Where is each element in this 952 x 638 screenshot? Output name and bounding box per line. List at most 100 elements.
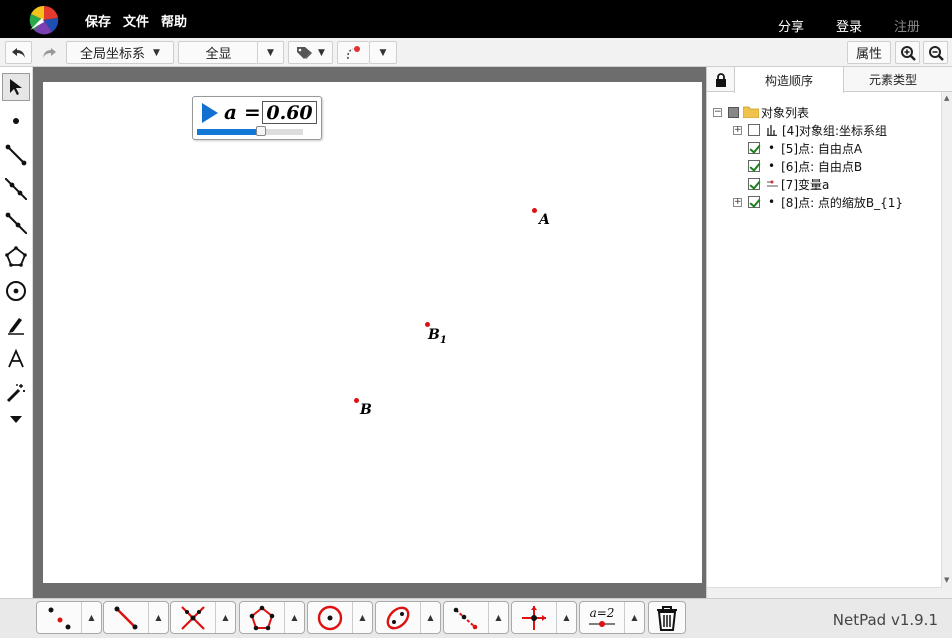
zoom-in-button[interactable] [895, 41, 920, 64]
zoom-out-button[interactable] [923, 41, 948, 64]
expand-up-icon[interactable]: ▲ [556, 602, 576, 633]
text-tool[interactable] [2, 345, 30, 373]
magic-wand-tool[interactable] [2, 379, 30, 407]
path-points-tool-group[interactable]: ▲ [443, 601, 509, 634]
path-points-tool-button[interactable] [444, 602, 488, 633]
object-panel: 构造顺序 元素类型 − 对象列表 + [4]对象组:坐标系组 • [5]点: 自… [706, 67, 952, 598]
expand-up-icon[interactable]: ▲ [420, 602, 440, 633]
menu-help[interactable]: 帮助 [161, 11, 187, 30]
trace-button[interactable] [337, 41, 369, 64]
view-label: 全显 [205, 47, 232, 62]
slider-knob[interactable] [255, 126, 266, 136]
netpad-logo[interactable] [28, 4, 60, 36]
visibility-checkbox[interactable] [748, 142, 760, 154]
tree-item-8[interactable]: + • [8]点: 点的缩放B_{1} [733, 193, 903, 211]
collapse-icon[interactable]: − [713, 107, 722, 117]
visibility-checkbox[interactable] [748, 178, 760, 190]
root-checkbox[interactable] [728, 106, 739, 118]
delete-tool-group[interactable] [648, 601, 686, 634]
tree-item-4[interactable]: + [4]对象组:坐标系组 [733, 121, 887, 139]
menu-file[interactable]: 文件 [123, 11, 149, 30]
visibility-checkbox[interactable] [748, 124, 760, 136]
menu-save[interactable]: 保存 [85, 11, 111, 30]
axes-tool-button[interactable] [512, 602, 556, 633]
tree-item-7[interactable]: [7]变量a [748, 175, 829, 193]
variable-tool-button[interactable]: a=2 [580, 602, 624, 633]
expand-up-icon[interactable]: ▲ [352, 602, 372, 633]
variable-slider[interactable]: a = 0.60 [192, 96, 322, 140]
line-tool[interactable] [2, 175, 30, 203]
point-a[interactable] [532, 208, 537, 213]
tag-button[interactable]: ▼ [288, 41, 333, 64]
circle-tool-button[interactable] [308, 602, 352, 633]
select-arrow-icon [10, 79, 22, 95]
login-link[interactable]: 登录 [836, 16, 862, 35]
panel-horizontal-scrollbar[interactable] [707, 587, 942, 598]
coord-system-select[interactable]: 全局坐标系 ▼ [66, 41, 174, 64]
select-tool[interactable] [2, 73, 30, 101]
tree-root[interactable]: − 对象列表 [713, 103, 809, 121]
panel-vertical-scrollbar[interactable]: ▲ ▼ [941, 92, 952, 598]
circle-tool-group[interactable]: ▲ [307, 601, 373, 634]
expand-up-icon[interactable]: ▲ [488, 602, 508, 633]
slider-variable-name: a = [224, 100, 261, 124]
axes-tool-group[interactable]: ▲ [511, 601, 577, 634]
slider-track[interactable] [197, 129, 303, 135]
polygon-tool-group[interactable]: ▲ [239, 601, 305, 634]
intersect-tool-group[interactable]: ▲ [170, 601, 236, 634]
ellipse-tool-button[interactable] [376, 602, 420, 633]
tree-item-label: [5]点: 自由点A [781, 141, 863, 156]
variable-tool-group[interactable]: a=2 ▲ [579, 601, 645, 634]
scroll-down-icon[interactable]: ▼ [944, 576, 949, 584]
redo-button[interactable] [35, 41, 62, 64]
view-dropdown[interactable]: ▼ [257, 41, 284, 64]
tree-item-6[interactable]: • [6]点: 自由点B [748, 157, 862, 175]
more-tools-button[interactable] [2, 409, 30, 429]
delete-button[interactable] [649, 602, 685, 633]
expand-icon[interactable]: + [733, 125, 742, 135]
expand-up-icon[interactable]: ▲ [624, 602, 644, 633]
trash-icon [657, 605, 677, 631]
visibility-checkbox[interactable] [748, 196, 760, 208]
slider-value-field[interactable]: 0.60 [262, 101, 317, 124]
trace-dropdown[interactable]: ▼ [369, 41, 397, 64]
expand-up-icon[interactable]: ▲ [284, 602, 304, 633]
register-link[interactable]: 注册 [894, 16, 920, 35]
ellipse-tool-group[interactable]: ▲ [375, 601, 441, 634]
segment-tool-group[interactable]: ▲ [103, 601, 169, 634]
lock-button[interactable] [707, 67, 734, 92]
polygon-tool-button[interactable] [240, 602, 284, 633]
points-tool-group[interactable]: ▲ [36, 601, 102, 634]
tab-construction-order[interactable]: 构造顺序 [734, 67, 844, 93]
pen-tool[interactable] [2, 311, 30, 339]
segment-tool-button[interactable] [104, 602, 148, 633]
expand-up-icon[interactable]: ▲ [215, 602, 235, 633]
point-b-label[interactable]: B [360, 402, 372, 418]
point-a-label[interactable]: A [539, 212, 550, 228]
point-b[interactable] [354, 398, 359, 403]
visibility-checkbox[interactable] [748, 160, 760, 172]
intersect-tool-button[interactable] [171, 602, 215, 633]
circle-tool[interactable] [2, 277, 30, 305]
ray-tool[interactable] [2, 209, 30, 237]
view-button[interactable]: 全显 [178, 41, 258, 64]
play-icon[interactable] [201, 102, 219, 124]
segment-tool[interactable] [2, 141, 30, 169]
geometry-canvas[interactable] [43, 82, 702, 583]
share-link[interactable]: 分享 [778, 16, 804, 35]
segment-tool-icon [114, 606, 138, 629]
point-tool[interactable] [2, 107, 30, 135]
expand-up-icon[interactable]: ▲ [81, 602, 101, 633]
chart-icon [767, 125, 777, 136]
points-tool-button[interactable] [37, 602, 81, 633]
bullet-icon: • [768, 141, 776, 155]
scroll-up-icon[interactable]: ▲ [944, 94, 949, 102]
properties-button[interactable]: 属性 [847, 41, 891, 64]
point-b1-label[interactable]: B1 [428, 327, 447, 346]
tree-item-5[interactable]: • [5]点: 自由点A [748, 139, 862, 157]
expand-up-icon[interactable]: ▲ [148, 602, 168, 633]
expand-icon[interactable]: + [733, 197, 742, 207]
tab-element-type[interactable]: 元素类型 [844, 67, 942, 92]
polygon-tool[interactable] [2, 243, 30, 271]
undo-button[interactable] [5, 41, 32, 64]
